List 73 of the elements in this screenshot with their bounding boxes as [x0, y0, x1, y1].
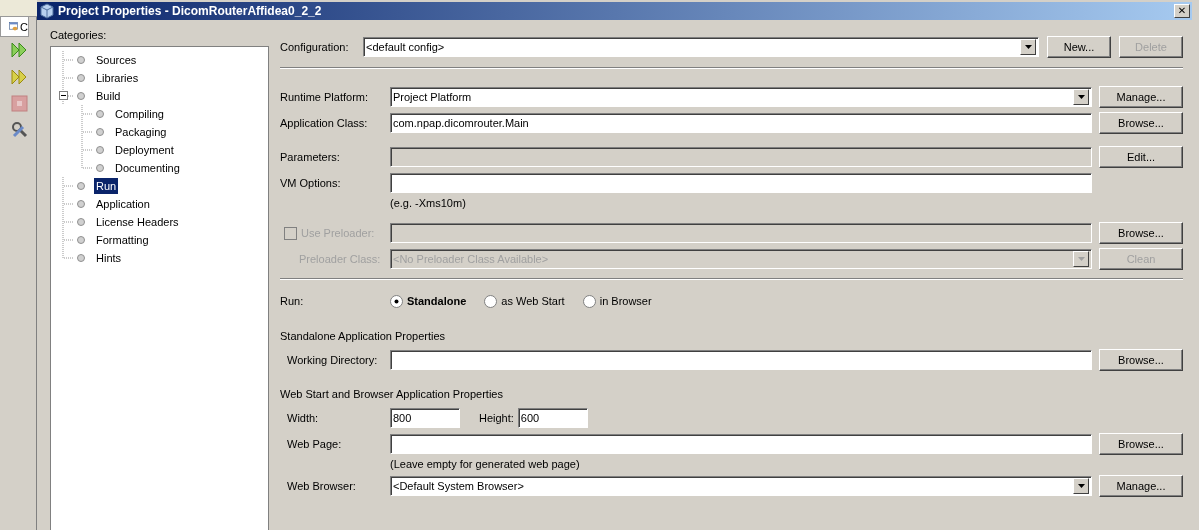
field-label: Web Browser:	[286, 480, 357, 492]
field-label: Width:	[286, 412, 320, 424]
dropdown-arrow-icon	[1024, 45, 1032, 49]
node-icon	[76, 181, 86, 191]
window-tab[interactable]: C	[0, 17, 29, 37]
field-label: Run:	[280, 295, 305, 307]
dropdown-field[interactable]: <Default System Browser>	[390, 476, 1092, 496]
tools-icon[interactable]	[11, 121, 28, 138]
tree-item[interactable]: Compiling	[113, 106, 166, 122]
field-label: Height:	[479, 412, 514, 424]
input-field[interactable]: com.npap.dicomrouter.Main	[390, 113, 1092, 133]
node-icon	[95, 145, 105, 155]
tree-item[interactable]: Sources	[94, 52, 139, 68]
categories-label: Categories:	[50, 28, 108, 43]
hint-text: (e.g. -Xms10m)	[390, 196, 467, 209]
radio-button[interactable]	[484, 294, 498, 308]
radio-label: as Web Start	[501, 295, 565, 307]
tab-strip	[0, 0, 37, 17]
tree-item[interactable]: Libraries	[94, 70, 141, 86]
node-icon	[76, 199, 86, 209]
dropdown-arrow-icon	[1077, 484, 1085, 488]
tree-item[interactable]: Deployment	[113, 142, 176, 158]
field-label: Working Directory:	[286, 354, 379, 366]
push-button[interactable]: New...	[1047, 36, 1111, 58]
node-icon	[76, 253, 86, 263]
push-button[interactable]: Browse...	[1099, 112, 1183, 134]
push-button[interactable]: Browse...	[1099, 349, 1183, 371]
field-label: VM Options:	[280, 177, 342, 189]
tree-item[interactable]: Formatting	[94, 232, 151, 248]
node-icon	[76, 217, 86, 227]
radio-button[interactable]	[582, 294, 596, 308]
section-heading: Web Start and Browser Application Properties	[280, 388, 504, 402]
radio-label: in Browser	[599, 295, 652, 307]
push-button[interactable]: Manage...	[1099, 475, 1183, 497]
field-label: Configuration:	[280, 41, 350, 53]
field-label: Web Page:	[286, 438, 343, 450]
input-field[interactable]	[390, 173, 1092, 193]
window-title-bar: Project Properties - DicomRouterAffidea0_2_2 ✕	[37, 2, 1192, 20]
close-button[interactable]: ✕	[1174, 4, 1190, 18]
push-button[interactable]: Manage...	[1099, 86, 1183, 108]
tree-item[interactable]: Application	[94, 196, 152, 212]
tree-item[interactable]: Run	[94, 178, 119, 194]
cube-icon	[40, 3, 54, 19]
tree-item[interactable]: Hints	[94, 250, 124, 266]
node-icon	[95, 127, 105, 137]
node-icon	[95, 163, 105, 173]
section-heading: Standalone Application Properties	[280, 330, 447, 344]
dropdown-field[interactable]: <default config>	[363, 37, 1039, 57]
field-label: Application Class:	[280, 117, 369, 129]
radio-label: Standalone	[407, 295, 467, 307]
tree-item[interactable]: Documenting	[113, 160, 182, 176]
node-icon	[76, 55, 86, 65]
dropdown-field[interactable]: Project Platform	[390, 87, 1092, 107]
collapse-icon[interactable]	[59, 91, 68, 100]
radio-button[interactable]	[390, 294, 403, 308]
field-label: Runtime Platform:	[280, 91, 370, 103]
input-field[interactable]: 600	[517, 408, 588, 428]
input-field[interactable]	[390, 350, 1092, 370]
node-icon	[76, 235, 86, 245]
run-icon[interactable]	[11, 41, 28, 59]
tree-item[interactable]: License Headers	[94, 214, 181, 230]
tree-item[interactable]: Build	[94, 88, 123, 104]
push-button[interactable]: Browse...	[1099, 433, 1183, 455]
node-icon	[76, 73, 86, 83]
node-icon	[76, 91, 86, 101]
dropdown-arrow-icon	[1077, 257, 1085, 261]
field-label: Parameters:	[280, 151, 341, 163]
dropdown-arrow-icon	[1077, 95, 1085, 99]
node-icon	[95, 109, 105, 119]
input-field[interactable]	[390, 434, 1092, 454]
hint-text: (Leave empty for generated web page)	[390, 457, 581, 470]
input-field[interactable]: 800	[390, 408, 460, 428]
tree-item[interactable]: Packaging	[113, 124, 169, 140]
